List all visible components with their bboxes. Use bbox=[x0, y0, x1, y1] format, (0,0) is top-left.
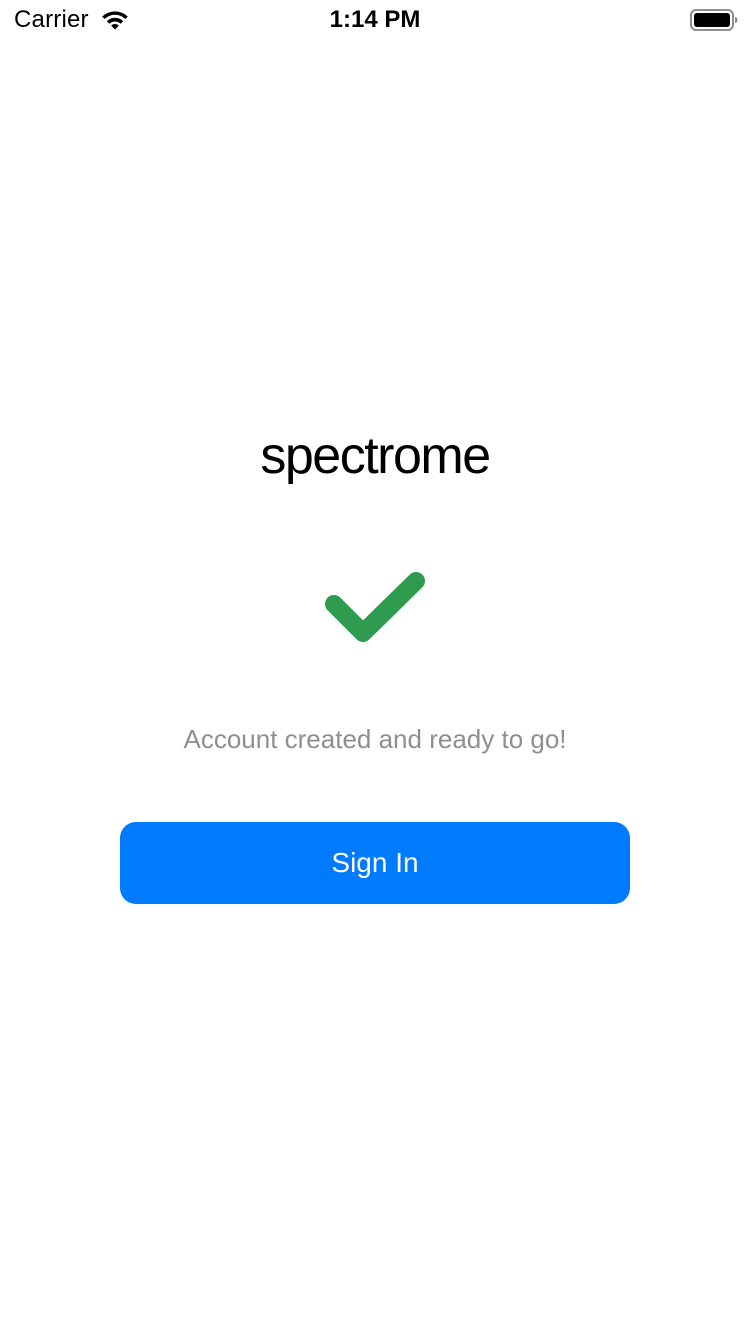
brand-logo: spectrome bbox=[260, 427, 491, 485]
status-bar: Carrier 1:14 PM bbox=[0, 0, 750, 40]
sign-in-button-label: Sign In bbox=[331, 847, 419, 878]
success-message: Account created and ready to go! bbox=[183, 724, 567, 754]
sign-in-button[interactable]: Sign In bbox=[120, 822, 630, 904]
battery-icon bbox=[690, 9, 738, 31]
checkmark-icon bbox=[325, 572, 425, 642]
status-time: 1:14 PM bbox=[329, 6, 421, 33]
